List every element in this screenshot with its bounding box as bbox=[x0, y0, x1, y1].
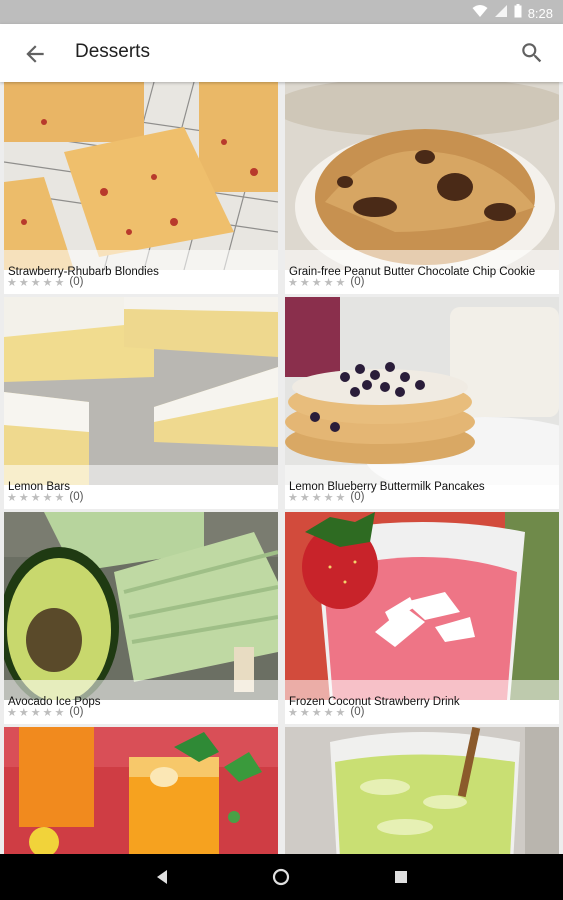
star-empty-icon: ★ bbox=[18, 491, 29, 504]
wifi-icon bbox=[472, 4, 488, 23]
arrow-back-icon bbox=[26, 45, 44, 63]
nav-home-icon bbox=[272, 868, 290, 886]
rating-row: ★ ★ ★ ★ ★ (0) bbox=[7, 704, 83, 720]
nav-recents-button[interactable] bbox=[390, 866, 412, 888]
recipe-photo bbox=[4, 727, 278, 854]
battery-icon bbox=[514, 4, 522, 23]
search-icon bbox=[522, 43, 542, 63]
star-empty-icon: ★ bbox=[54, 276, 65, 289]
rating-row: ★ ★ ★ ★ ★ (0) bbox=[288, 274, 364, 290]
recipe-card-lemon-bars[interactable]: Lemon Bars ★ ★ ★ ★ ★ (0) bbox=[4, 297, 278, 509]
star-empty-icon: ★ bbox=[288, 491, 298, 504]
star-empty-icon: ★ bbox=[323, 276, 334, 289]
rating-row: ★ ★ ★ ★ ★ (0) bbox=[7, 489, 83, 505]
star-empty-icon: ★ bbox=[311, 491, 322, 504]
recipe-grid: Strawberry-Rhubarb Blondies ★ ★ ★ ★ ★ (0… bbox=[0, 82, 563, 854]
star-empty-icon: ★ bbox=[42, 276, 53, 289]
system-nav-bar bbox=[0, 854, 563, 900]
recipe-photo bbox=[4, 82, 278, 270]
star-empty-icon: ★ bbox=[335, 276, 346, 289]
star-empty-icon: ★ bbox=[54, 706, 65, 719]
recipe-card-lemon-blueberry-pancakes[interactable]: Lemon Blueberry Buttermilk Pancakes ★ ★ … bbox=[285, 297, 559, 509]
star-empty-icon: ★ bbox=[288, 276, 298, 289]
star-empty-icon: ★ bbox=[7, 276, 17, 289]
rating-row: ★ ★ ★ ★ ★ (0) bbox=[288, 489, 364, 505]
recipe-card-avocado-ice-pops[interactable]: Avocado Ice Pops ★ ★ ★ ★ ★ (0) bbox=[4, 512, 278, 724]
star-empty-icon: ★ bbox=[18, 276, 29, 289]
star-empty-icon: ★ bbox=[311, 706, 322, 719]
recipe-photo bbox=[4, 512, 278, 700]
signal-icon bbox=[494, 4, 508, 23]
recipe-photo bbox=[285, 727, 559, 854]
recipe-card-orange-drinks[interactable] bbox=[4, 727, 278, 854]
rating-count: (0) bbox=[69, 706, 84, 718]
star-empty-icon: ★ bbox=[30, 706, 41, 719]
nav-back-button[interactable] bbox=[152, 866, 174, 888]
nav-recents-icon bbox=[395, 871, 407, 883]
status-bar: 8:28 bbox=[0, 0, 563, 24]
star-empty-icon: ★ bbox=[54, 491, 65, 504]
star-empty-icon: ★ bbox=[30, 276, 41, 289]
star-empty-icon: ★ bbox=[335, 706, 346, 719]
star-empty-icon: ★ bbox=[7, 706, 17, 719]
recipe-photo bbox=[285, 512, 559, 700]
star-empty-icon: ★ bbox=[299, 706, 310, 719]
star-empty-icon: ★ bbox=[311, 276, 322, 289]
star-empty-icon: ★ bbox=[323, 491, 334, 504]
page-title: Desserts bbox=[75, 41, 150, 62]
app-bar: Desserts bbox=[0, 24, 563, 82]
star-empty-icon: ★ bbox=[42, 491, 53, 504]
star-empty-icon: ★ bbox=[42, 706, 53, 719]
recipe-card-peanut-butter-cookie[interactable]: Grain-free Peanut Butter Chocolate Chip … bbox=[285, 82, 559, 294]
star-empty-icon: ★ bbox=[288, 706, 298, 719]
rating-count: (0) bbox=[350, 491, 365, 503]
recipe-photo bbox=[285, 297, 559, 485]
recipe-card-green-smoothie[interactable] bbox=[285, 727, 559, 854]
nav-back-icon bbox=[157, 870, 167, 884]
status-icons: 8:28 bbox=[472, 4, 553, 23]
star-empty-icon: ★ bbox=[30, 491, 41, 504]
rating-count: (0) bbox=[350, 706, 365, 718]
recipe-card-strawberry-rhubarb-blondies[interactable]: Strawberry-Rhubarb Blondies ★ ★ ★ ★ ★ (0… bbox=[4, 82, 278, 294]
rating-count: (0) bbox=[69, 276, 84, 288]
star-empty-icon: ★ bbox=[7, 491, 17, 504]
rating-count: (0) bbox=[69, 491, 84, 503]
star-empty-icon: ★ bbox=[299, 491, 310, 504]
rating-row: ★ ★ ★ ★ ★ (0) bbox=[288, 704, 364, 720]
status-time: 8:28 bbox=[527, 6, 553, 21]
rating-row: ★ ★ ★ ★ ★ (0) bbox=[7, 274, 83, 290]
search-button[interactable] bbox=[519, 40, 545, 66]
star-empty-icon: ★ bbox=[323, 706, 334, 719]
star-empty-icon: ★ bbox=[335, 491, 346, 504]
rating-count: (0) bbox=[350, 276, 365, 288]
recipe-photo bbox=[4, 297, 278, 485]
star-empty-icon: ★ bbox=[18, 706, 29, 719]
nav-home-button[interactable] bbox=[270, 866, 292, 888]
star-empty-icon: ★ bbox=[299, 276, 310, 289]
recipe-photo bbox=[285, 82, 559, 270]
back-button[interactable] bbox=[22, 41, 48, 67]
recipe-card-frozen-coconut-strawberry-drink[interactable]: Frozen Coconut Strawberry Drink ★ ★ ★ ★ … bbox=[285, 512, 559, 724]
